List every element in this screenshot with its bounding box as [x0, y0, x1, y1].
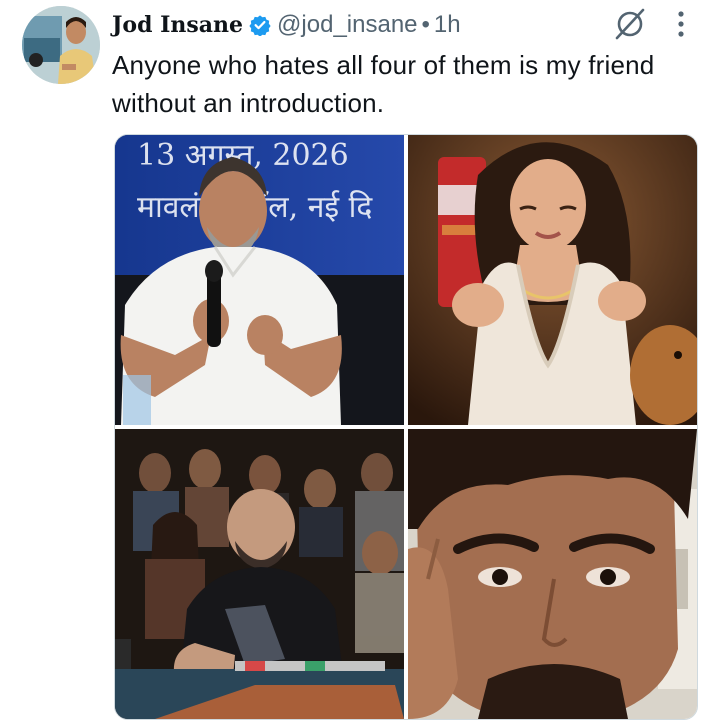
- photo-4[interactable]: [408, 429, 697, 719]
- separator: •: [421, 11, 430, 38]
- verified-badge-icon: [249, 14, 271, 37]
- avatar[interactable]: [22, 6, 100, 84]
- avatar-image: [22, 6, 100, 84]
- photo-2[interactable]: [408, 135, 697, 425]
- photo-1[interactable]: 13 अगस्त, 2026 मावलंकर हॉल, नई दि: [115, 135, 404, 425]
- photo-3[interactable]: [115, 429, 404, 719]
- more-options-icon[interactable]: [670, 8, 692, 40]
- grok-icon[interactable]: [612, 6, 648, 42]
- timestamp[interactable]: 1h: [434, 11, 461, 39]
- tweet-header: Jod Insane @jod_insane • 1h: [112, 8, 461, 42]
- media-grid: 13 अगस्त, 2026 मावलंकर हॉल, नई दि: [114, 134, 698, 720]
- display-name[interactable]: Jod Insane: [112, 12, 243, 38]
- tweet-text: Anyone who hates all four of them is my …: [112, 50, 655, 118]
- handle[interactable]: @jod_insane: [277, 11, 417, 39]
